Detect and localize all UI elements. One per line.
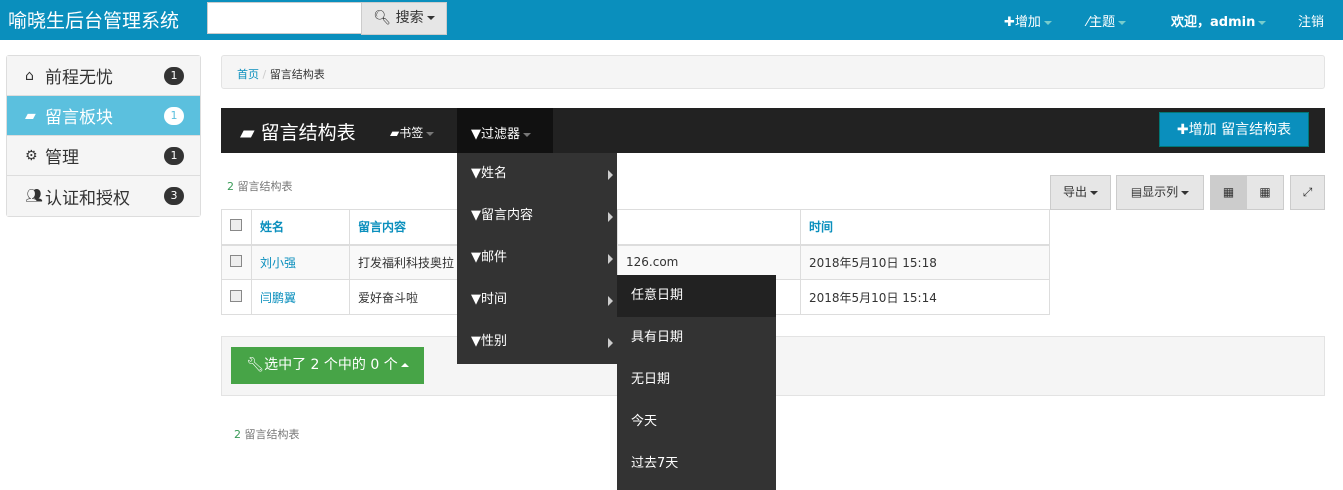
time-no-date[interactable]: 无日期 xyxy=(617,359,776,401)
theme-menu[interactable]: ⁄主题 xyxy=(1087,11,1127,30)
select-all-checkbox[interactable] xyxy=(230,219,242,232)
grid-large-button[interactable]: ▦ xyxy=(1210,175,1247,210)
fullscreen-button[interactable]: ⤢ xyxy=(1290,175,1325,210)
th-icon: ▦ xyxy=(1259,185,1271,199)
breadcrumb-home[interactable]: 首页 xyxy=(237,68,259,81)
list-icon: ▤ xyxy=(1130,185,1143,199)
badge: 1 xyxy=(164,147,184,165)
logout-link[interactable]: 注销 xyxy=(1298,11,1324,30)
filter-icon: ▼ xyxy=(471,334,481,349)
brand-title[interactable]: 喻晓生后台管理系统 xyxy=(8,6,179,33)
search-button[interactable]: 🔍︎ 搜索 xyxy=(361,2,447,35)
book-icon: ▰ xyxy=(240,122,255,144)
time-filter-submenu: 任意日期 具有日期 无日期 今天 过去7天 xyxy=(617,275,776,490)
plus-icon: ✚ xyxy=(1176,122,1189,138)
top-navbar xyxy=(0,0,1343,40)
user-menu[interactable]: 欢迎，admin xyxy=(1171,11,1267,30)
columns-button[interactable]: ▤显示列 xyxy=(1116,175,1204,210)
time-past-7-days[interactable]: 过去7天 xyxy=(617,443,776,485)
filter-icon: ▼ xyxy=(471,127,481,142)
filter-item-content[interactable]: ▼留言内容 xyxy=(457,195,617,237)
filter-item-name[interactable]: ▼姓名 xyxy=(457,153,617,195)
sidebar-item-auth[interactable]: 👥︎ 认证和授权 3 xyxy=(7,176,200,216)
filter-menu-toggle[interactable]: ▼过滤器 xyxy=(457,108,553,153)
bookmarks-menu[interactable]: ▰书签 xyxy=(390,124,435,141)
th-large-icon: ▦ xyxy=(1222,185,1235,199)
sidebar-item-qianchengwuyou[interactable]: ⌂ 前程无忧 1 xyxy=(7,56,200,96)
search-input[interactable] xyxy=(207,2,362,34)
badge: 1 xyxy=(164,107,184,125)
wrench-icon: 🔧︎ xyxy=(246,357,265,373)
name-link[interactable]: 闫鹏翼 xyxy=(251,279,350,315)
badge: 1 xyxy=(164,67,184,85)
record-count-bottom: 2 留言结构表 xyxy=(234,428,300,441)
chevron-right-icon xyxy=(608,338,613,348)
name-link[interactable]: 刘小强 xyxy=(251,244,350,280)
col-time[interactable]: 时间 xyxy=(800,209,1050,246)
book-icon: ▰ xyxy=(390,126,400,140)
chevron-right-icon xyxy=(608,170,613,180)
filter-item-gender[interactable]: ▼性别 xyxy=(457,321,617,363)
filter-icon: ▼ xyxy=(471,166,481,181)
breadcrumb-current: 留言结构表 xyxy=(269,68,325,81)
time-any-date[interactable]: 任意日期 xyxy=(617,275,776,317)
badge: 3 xyxy=(164,187,184,205)
col-name[interactable]: 姓名 xyxy=(251,209,350,246)
filter-item-email[interactable]: ▼邮件 xyxy=(457,237,617,279)
record-count: 2 留言结构表 xyxy=(227,180,293,193)
chevron-right-icon xyxy=(608,212,613,222)
add-record-button[interactable]: ✚增加 留言结构表 xyxy=(1159,112,1309,147)
chevron-right-icon xyxy=(608,296,613,306)
col-email[interactable] xyxy=(617,209,801,246)
breadcrumb: 首页 / 留言结构表 xyxy=(221,55,1325,89)
row-checkbox[interactable] xyxy=(230,254,242,267)
plus-icon: ✚ xyxy=(1004,15,1015,30)
page-title: ▰ 留言结构表 xyxy=(240,122,356,144)
book-icon: ▰ xyxy=(25,107,36,124)
time-has-date[interactable]: 具有日期 xyxy=(617,317,776,359)
users-icon: 👥︎ xyxy=(25,188,43,204)
filter-icon: ▼ xyxy=(471,208,481,223)
grid-small-button[interactable]: ▦ xyxy=(1246,175,1284,210)
filter-icon: ▼ xyxy=(471,292,481,307)
gear-icon: ⚙ xyxy=(25,147,38,164)
search-icon: 🔍︎ xyxy=(373,10,392,26)
filter-dropdown: ▼姓名 ▼留言内容 ▼邮件 ▼时间 ▼性别 xyxy=(457,153,617,364)
sidebar: ⌂ 前程无忧 1 ▰ 留言板块 1 ⚙ 管理 1 👥︎ 认证和授权 3 xyxy=(6,55,201,217)
filter-item-time[interactable]: ▼时间 xyxy=(457,279,617,321)
sidebar-item-message-board[interactable]: ▰ 留言板块 1 xyxy=(7,96,200,136)
chevron-right-icon xyxy=(608,254,613,264)
time-today[interactable]: 今天 xyxy=(617,401,776,443)
add-menu[interactable]: ✚增加 xyxy=(1004,11,1052,30)
sidebar-item-admin[interactable]: ⚙ 管理 1 xyxy=(7,136,200,176)
expand-icon: ⤢ xyxy=(1302,185,1313,199)
selection-actions-button[interactable]: 🔧︎选中了 2 个中的 0 个 xyxy=(231,347,424,384)
export-button[interactable]: 导出 xyxy=(1050,175,1111,210)
row-checkbox[interactable] xyxy=(230,289,242,302)
filter-icon: ▼ xyxy=(471,250,481,265)
home-icon: ⌂ xyxy=(25,67,34,84)
